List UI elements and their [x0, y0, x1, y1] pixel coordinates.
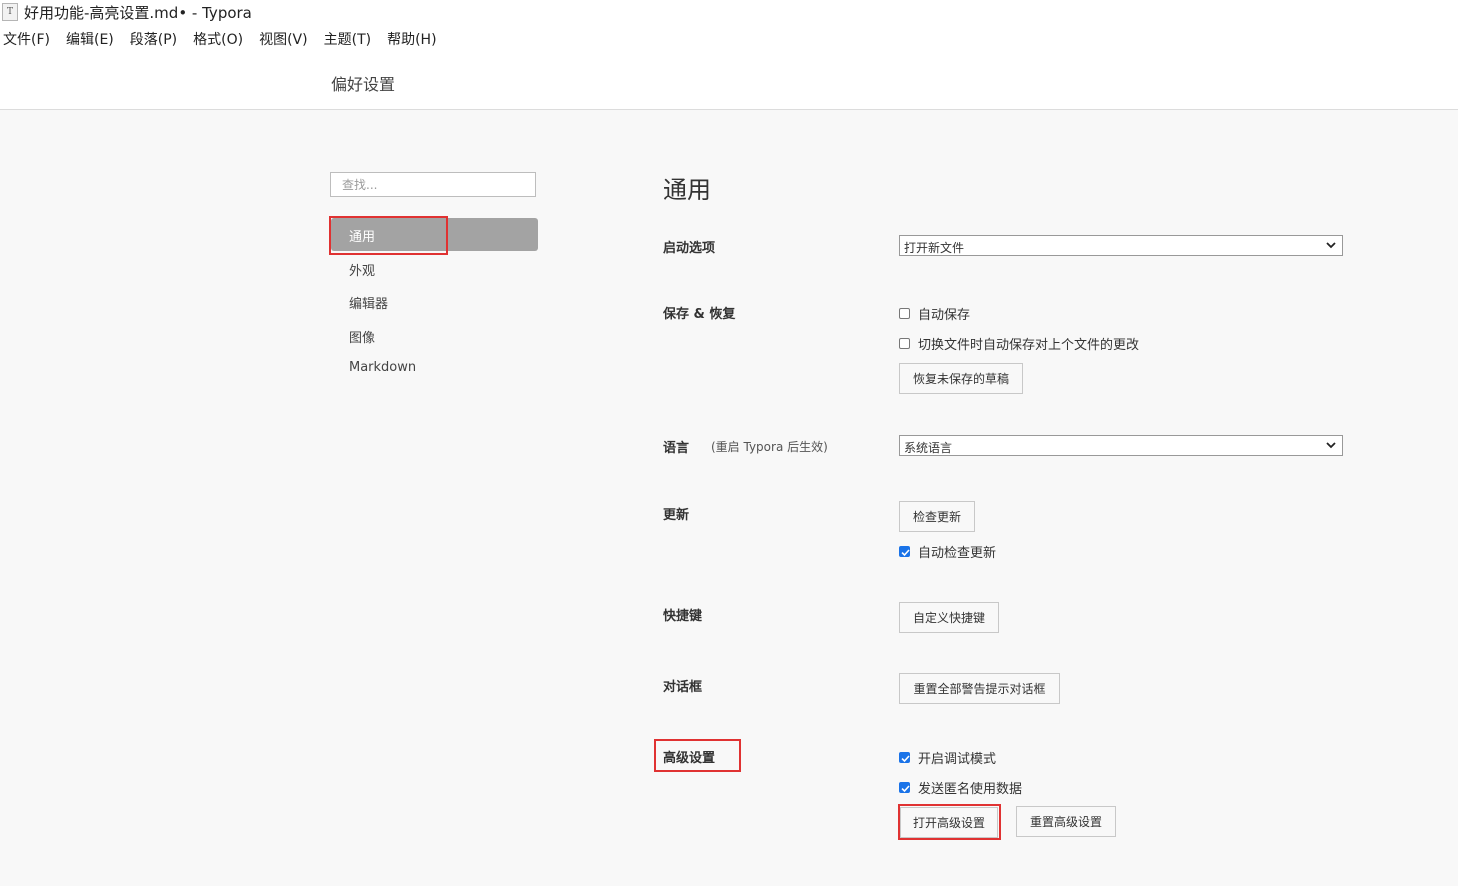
- chevron-down-icon: [1326, 242, 1336, 249]
- auto-check-update-checkbox[interactable]: [899, 545, 910, 557]
- sidebar-item-image[interactable]: 图像: [331, 319, 538, 352]
- save-restore-label: 保存 & 恢复: [663, 307, 736, 322]
- advanced-settings-label: 高级设置: [663, 751, 716, 766]
- sidebar-item-appearance[interactable]: 外观: [331, 252, 538, 285]
- reset-warning-dialogs-button[interactable]: 重置全部警告提示对话框: [899, 673, 1060, 704]
- auto-check-update-checkbox-row[interactable]: 自动检查更新: [899, 543, 997, 561]
- debug-mode-checkbox-row[interactable]: 开启调试模式: [899, 749, 997, 767]
- sidebar-item-label: 图像: [349, 331, 376, 346]
- sidebar-item-label: 通用: [349, 230, 376, 245]
- autosave-on-switch-label: 切换文件时自动保存对上个文件的更改: [918, 337, 1140, 353]
- autosave-on-switch-checkbox[interactable]: [899, 337, 910, 349]
- top-bar: T 好用功能-高亮设置.md• - Typora 文件(F) 编辑(E) 段落(…: [0, 0, 1458, 110]
- preferences-search-input[interactable]: [330, 172, 536, 197]
- sidebar-item-label: 外观: [349, 264, 376, 279]
- dialogs-label: 对话框: [663, 680, 703, 695]
- sidebar-item-label: Markdown: [349, 360, 417, 375]
- language-select-value: 系统语言: [904, 441, 953, 455]
- window-title: 好用功能-高亮设置.md• - Typora: [24, 3, 252, 22]
- customize-shortcuts-button[interactable]: 自定义快捷键: [899, 602, 999, 633]
- menu-file[interactable]: 文件(F): [3, 29, 50, 49]
- sidebar-item-label: 编辑器: [349, 297, 389, 312]
- autosave-label: 自动保存: [918, 307, 971, 323]
- menu-paragraph[interactable]: 段落(P): [130, 29, 177, 49]
- chevron-down-icon: [1326, 442, 1336, 449]
- preferences-heading: 偏好设置: [331, 75, 396, 94]
- title-bar: T 好用功能-高亮设置.md• - Typora: [0, 0, 252, 24]
- menu-format[interactable]: 格式(O): [193, 29, 243, 49]
- menu-edit[interactable]: 编辑(E): [66, 29, 114, 49]
- reset-advanced-settings-button[interactable]: 重置高级设置: [1016, 806, 1116, 837]
- startup-select[interactable]: 打开新文件: [899, 235, 1343, 256]
- section-title: 通用: [663, 176, 711, 204]
- send-usage-checkbox-row[interactable]: 发送匿名使用数据: [899, 779, 1023, 797]
- sidebar-item-markdown[interactable]: Markdown: [331, 352, 538, 385]
- menu-help[interactable]: 帮助(H): [387, 29, 436, 49]
- send-usage-checkbox[interactable]: [899, 781, 910, 793]
- sidebar-item-general[interactable]: 通用: [331, 218, 538, 251]
- recover-drafts-button[interactable]: 恢复未保存的草稿: [899, 363, 1023, 394]
- language-label: 语言: [663, 441, 690, 456]
- checkmark-icon: [901, 548, 910, 556]
- shortcuts-label: 快捷键: [663, 609, 703, 624]
- check-update-button[interactable]: 检查更新: [899, 501, 975, 532]
- autosave-on-switch-checkbox-row[interactable]: 切换文件时自动保存对上个文件的更改: [899, 335, 1140, 353]
- checkmark-icon: [901, 784, 910, 792]
- sidebar-item-editor[interactable]: 编辑器: [331, 285, 538, 318]
- startup-label: 启动选项: [663, 241, 716, 256]
- debug-mode-checkbox[interactable]: [899, 751, 910, 763]
- typora-app-icon: T: [2, 3, 18, 21]
- checkmark-icon: [901, 754, 910, 762]
- startup-select-value: 打开新文件: [904, 241, 965, 255]
- menu-view[interactable]: 视图(V): [259, 29, 308, 49]
- send-usage-label: 发送匿名使用数据: [918, 781, 1023, 797]
- auto-check-update-label: 自动检查更新: [918, 545, 997, 561]
- autosave-checkbox[interactable]: [899, 307, 910, 319]
- open-advanced-settings-button[interactable]: 打开高级设置: [900, 807, 998, 838]
- menu-theme[interactable]: 主题(T): [324, 29, 371, 49]
- language-note: (重启 Typora 后生效): [711, 440, 828, 454]
- autosave-checkbox-row[interactable]: 自动保存: [899, 305, 971, 323]
- update-label: 更新: [663, 508, 690, 523]
- debug-mode-label: 开启调试模式: [918, 751, 997, 767]
- menu-bar: 文件(F) 编辑(E) 段落(P) 格式(O) 视图(V) 主题(T) 帮助(H…: [3, 29, 453, 49]
- language-select[interactable]: 系统语言: [899, 435, 1343, 456]
